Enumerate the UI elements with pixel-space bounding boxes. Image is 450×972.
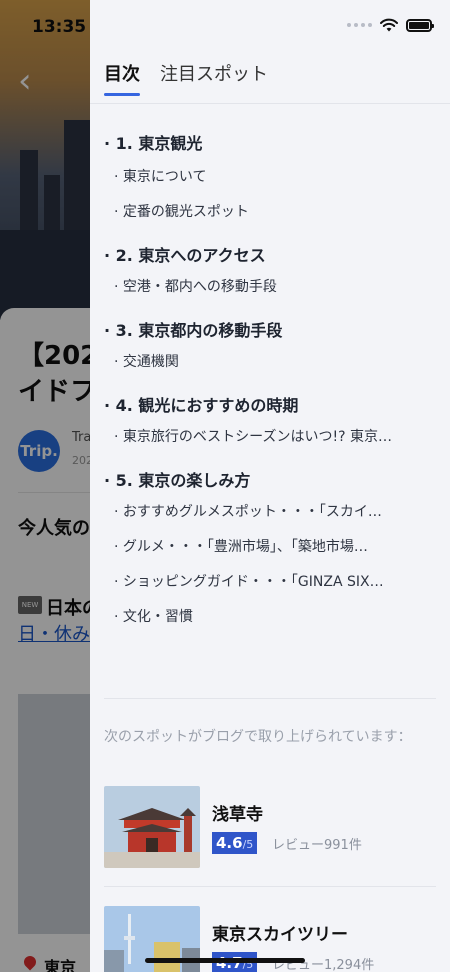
toc-item[interactable]: · 交通機関 [104,345,434,380]
table-of-contents-drawer: 目次 注目スポット · 1. 東京観光 · 東京について · 定番の観光スポット… [90,0,450,972]
rating-value: 4.7 [216,954,243,972]
toc-heading[interactable]: · 1. 東京観光 [104,130,434,158]
toc-section: · 3. 東京都内の移動手段 · 交通機関 [104,317,434,380]
toc-list: · 1. 東京観光 · 東京について · 定番の観光スポット · 2. 東京への… [104,130,434,647]
spot-name: 浅草寺 [212,805,263,825]
toc-item[interactable]: · 空港・都内への移動手段 [104,270,434,305]
spots-caption: 次のスポットがブログで取り上げられています： [104,729,412,745]
toc-section: · 4. 観光におすすめの時期 · 東京旅行のベストシーズンはいつ!? 東京… [104,392,434,455]
toc-item[interactable]: · グルメ・・・「豊洲市場」、「築地市場… [104,530,434,565]
toc-item[interactable]: · 東京旅行のベストシーズンはいつ!? 東京… [104,420,434,455]
toc-heading[interactable]: · 2. 東京へのアクセス [104,242,434,270]
toc-section: · 5. 東京の楽しみ方 · おすすめグルメスポット・・・「スカイ… · グルメ… [104,467,434,635]
tabs-divider [90,103,450,104]
toc-heading[interactable]: · 3. 東京都内の移動手段 [104,317,434,345]
toc-item[interactable]: · 定番の観光スポット [104,195,434,230]
rating-badge: 4.6/5 [212,832,258,854]
wifi-icon [380,18,398,32]
drawer-tabs: 目次 注目スポット [104,60,268,96]
toc-section: · 1. 東京観光 · 東京について · 定番の観光スポット [104,130,434,230]
toc-heading[interactable]: · 4. 観光におすすめの時期 [104,392,434,420]
tab-toc[interactable]: 目次 [104,60,140,96]
toc-item[interactable]: · ショッピングガイド・・・「GINZA SIX… [104,565,434,600]
section-divider [104,698,436,699]
toc-item[interactable]: · おすすめグルメスポット・・・「スカイ… [104,495,434,530]
signal-dots-icon [347,23,372,27]
toc-heading[interactable]: · 5. 東京の楽しみ方 [104,467,434,495]
rating-max: /5 [242,838,254,851]
home-indicator[interactable] [145,958,305,963]
spot-card-sensoji[interactable]: 浅草寺 4.6/5 レビュー991件 [104,786,436,868]
spot-thumbnail [104,786,200,868]
review-count: レビュー1,294件 [272,958,375,972]
review-count: レビュー991件 [272,838,362,853]
spot-name: 東京スカイツリー [212,925,348,945]
status-icons [347,18,434,32]
toc-item[interactable]: · 東京について [104,160,434,195]
tab-featured-spots[interactable]: 注目スポット [160,60,268,96]
toc-item[interactable]: · 文化・習慣 [104,600,434,635]
spot-divider [104,886,436,887]
toc-section: · 2. 東京へのアクセス · 空港・都内への移動手段 [104,242,434,305]
rating-value: 4.6 [216,834,243,852]
battery-icon [406,18,434,32]
